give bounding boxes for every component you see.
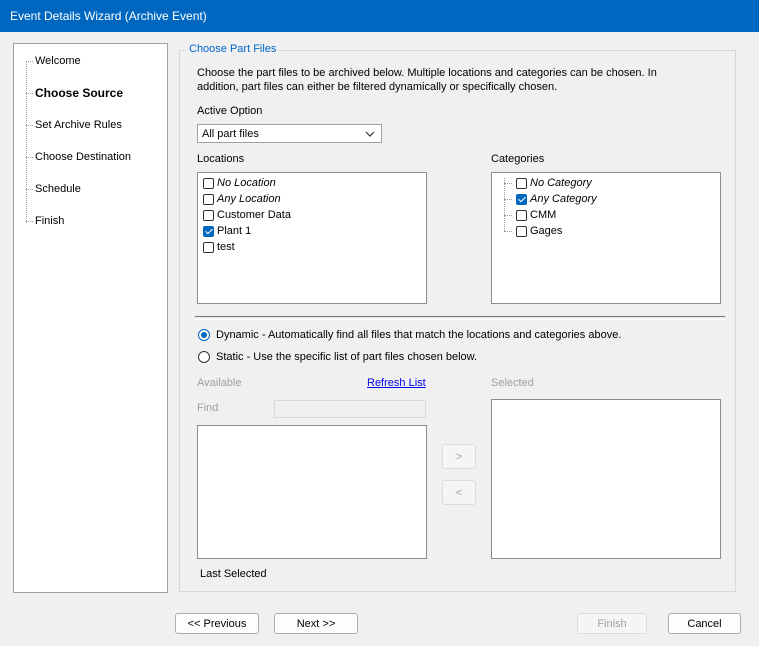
- locations-label: Locations: [197, 153, 245, 165]
- category-item-no-category[interactable]: No Category: [516, 175, 592, 191]
- item-label: No Category: [530, 177, 592, 189]
- selected-label: Selected: [491, 377, 534, 389]
- available-label: Available: [197, 377, 242, 389]
- checkbox-checked[interactable]: [203, 225, 214, 237]
- selected-files-list[interactable]: [491, 399, 721, 559]
- location-item-plant-1[interactable]: Plant 1: [203, 223, 251, 239]
- available-files-list[interactable]: [197, 425, 427, 559]
- static-option-label: Static - Use the specific list of part f…: [216, 351, 478, 363]
- active-option-label: Active Option: [197, 105, 263, 117]
- item-label: Any Location: [217, 193, 281, 205]
- tree-guide-line: [504, 178, 505, 231]
- location-item-any-location[interactable]: Any Location: [203, 191, 281, 207]
- checkbox[interactable]: [203, 209, 214, 221]
- step-label: Choose Destination: [35, 151, 132, 163]
- step-label: Finish: [35, 215, 65, 227]
- next-button[interactable]: Next >>: [274, 613, 358, 634]
- location-item-customer-data[interactable]: Customer Data: [203, 207, 291, 223]
- item-label: Customer Data: [217, 209, 291, 221]
- tree-guide-line: [26, 62, 27, 223]
- add-file-button[interactable]: >: [442, 444, 476, 469]
- static-option[interactable]: Static - Use the specific list of part f…: [198, 351, 477, 363]
- step-label: Set Archive Rules: [35, 119, 122, 131]
- cancel-button[interactable]: Cancel: [668, 613, 741, 634]
- item-label: CMM: [530, 209, 557, 221]
- checkbox[interactable]: [203, 193, 214, 205]
- title-bar: Event Details Wizard (Archive Event): [0, 0, 759, 32]
- chevron-down-icon: [365, 127, 375, 144]
- wizard-steps-panel: Welcome Choose Source Set Archive Rules …: [13, 43, 168, 593]
- category-item-any-category[interactable]: Any Category: [516, 191, 597, 207]
- checkbox[interactable]: [516, 177, 527, 189]
- radio[interactable]: [198, 351, 210, 363]
- checkbox[interactable]: [203, 241, 214, 253]
- last-selected-label: Last Selected: [200, 568, 267, 580]
- step-label: Welcome: [35, 55, 81, 67]
- location-item-test[interactable]: test: [203, 239, 235, 255]
- separator: [195, 316, 725, 320]
- refresh-list-link[interactable]: Refresh List: [367, 377, 426, 389]
- find-input[interactable]: [274, 400, 426, 418]
- group-title: Choose Part Files: [186, 43, 280, 55]
- previous-button[interactable]: << Previous: [175, 613, 259, 634]
- finish-button[interactable]: Finish: [577, 613, 647, 634]
- checkbox-checked[interactable]: [516, 193, 527, 205]
- item-label: No Location: [217, 177, 276, 189]
- dynamic-option-label: Dynamic - Automatically find all files t…: [216, 329, 622, 341]
- checkbox[interactable]: [516, 225, 527, 237]
- item-label: Any Category: [530, 193, 597, 205]
- active-option-value: All part files: [202, 128, 259, 140]
- radio-selected[interactable]: [198, 329, 210, 341]
- item-label: Gages: [530, 225, 563, 237]
- category-item-gages[interactable]: Gages: [516, 223, 562, 239]
- find-label: Find: [197, 402, 219, 414]
- locations-list[interactable]: No Location Any Location Customer Data P…: [197, 172, 427, 304]
- item-label: test: [217, 241, 235, 253]
- window-title: Event Details Wizard (Archive Event): [10, 9, 207, 23]
- location-item-no-location[interactable]: No Location: [203, 175, 276, 191]
- instructions-text: Choose the part files to be archived bel…: [197, 67, 657, 93]
- category-item-cmm[interactable]: CMM: [516, 207, 556, 223]
- dynamic-option[interactable]: Dynamic - Automatically find all files t…: [198, 329, 621, 341]
- checkbox[interactable]: [516, 209, 527, 221]
- remove-file-button[interactable]: <: [442, 480, 476, 505]
- wizard-window: Event Details Wizard (Archive Event) Wel…: [0, 0, 759, 646]
- step-label: Schedule: [35, 183, 81, 195]
- item-label: Plant 1: [217, 225, 252, 237]
- categories-tree[interactable]: No Category Any Category CMM Gages: [491, 172, 721, 304]
- checkbox[interactable]: [203, 177, 214, 189]
- categories-label: Categories: [491, 153, 545, 165]
- step-label: Choose Source: [35, 86, 124, 100]
- active-option-dropdown[interactable]: All part files: [197, 124, 382, 143]
